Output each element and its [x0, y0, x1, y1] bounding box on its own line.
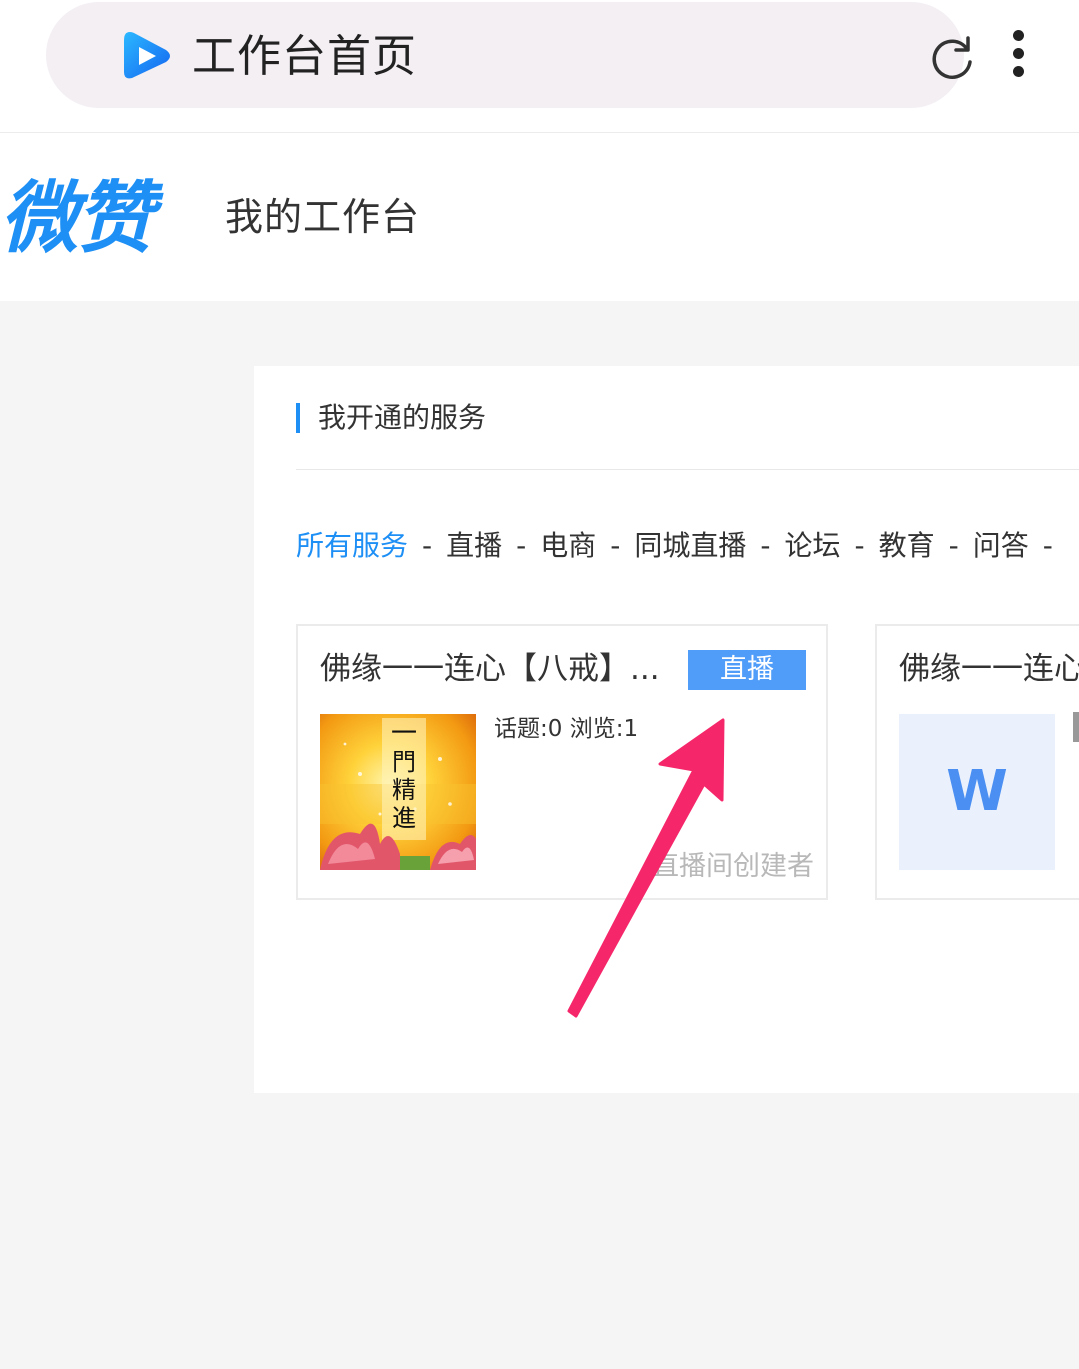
filter-all[interactable]: 所有服务	[296, 529, 408, 562]
filter-education[interactable]: 教育	[879, 529, 935, 562]
reload-icon[interactable]	[926, 32, 978, 84]
svg-text:精: 精	[392, 776, 416, 804]
filter-forum[interactable]: 论坛	[785, 529, 841, 562]
address-bar[interactable]: 工作台首页	[46, 2, 972, 108]
logo[interactable]: 微赞	[0, 177, 154, 261]
thumbnail-letter: W	[946, 759, 1008, 824]
card-title[interactable]: 佛缘一一连心	[899, 648, 1079, 690]
divider	[296, 469, 1079, 470]
card-creator-label: 直播间创建者	[652, 851, 814, 882]
filter-separator: -	[854, 529, 865, 562]
more-vertical-icon[interactable]	[1004, 26, 1034, 82]
filter-separator: -	[948, 529, 959, 562]
card-stats: 话题:0 浏览:1	[494, 716, 639, 742]
filter-separator: -	[422, 529, 433, 562]
svg-text:一: 一	[391, 719, 417, 749]
filter-ecommerce[interactable]: 电商	[540, 529, 596, 562]
header-title: 我的工作台	[225, 195, 421, 239]
card-stats	[1073, 712, 1079, 742]
service-card[interactable]: 佛缘一一连心 W	[875, 624, 1079, 900]
filter-live[interactable]: 直播	[446, 529, 502, 562]
service-card[interactable]: 佛缘一一连心【八戒】... 直播 一 門 精 進 话题:0 浏览:1 直播间创建…	[296, 624, 828, 900]
card-title[interactable]: 佛缘一一连心【八戒】...	[320, 648, 660, 690]
filter-separator: -	[1042, 529, 1053, 562]
card-thumbnail[interactable]: W	[899, 714, 1055, 870]
section-accent-bar	[296, 403, 300, 433]
card-thumbnail[interactable]: 一 門 精 進	[320, 714, 476, 870]
filter-separator: -	[610, 529, 621, 562]
filter-local-live[interactable]: 同城直播	[634, 529, 746, 562]
video-play-icon	[124, 32, 170, 79]
browser-top-bar: 工作台首页	[0, 0, 1079, 133]
section-title: 我开通的服务	[318, 401, 487, 434]
site-header: 微赞 我的工作台	[0, 133, 1079, 301]
service-filter-tabs: 所有服务 - 直播 - 电商 - 同城直播 - 论坛 - 教育 - 问答 -	[296, 524, 1067, 568]
service-type-badge[interactable]: 直播	[688, 650, 806, 690]
svg-text:進: 進	[392, 804, 416, 832]
filter-separator: -	[516, 529, 527, 562]
filter-separator: -	[760, 529, 771, 562]
svg-text:門: 門	[392, 748, 416, 776]
page-title: 工作台首页	[192, 31, 417, 82]
filter-qa[interactable]: 问答	[973, 529, 1029, 562]
services-panel: 我开通的服务 所有服务 - 直播 - 电商 - 同城直播 - 论坛 - 教育 - 问答 - 佛缘一一连心【…	[254, 366, 1079, 1093]
